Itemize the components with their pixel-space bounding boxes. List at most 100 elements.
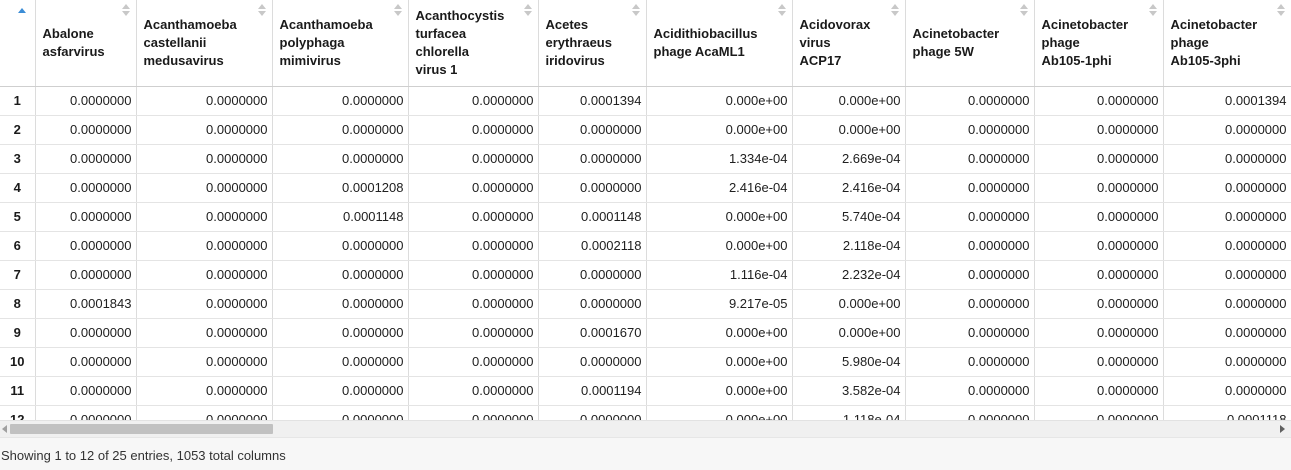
sort-icon[interactable] — [890, 4, 899, 17]
table-cell: 0.0000000 — [35, 347, 137, 377]
sort-icon[interactable] — [1019, 4, 1028, 17]
horizontal-scrollbar[interactable] — [0, 420, 1291, 437]
table-cell: 0.0000000 — [905, 347, 1035, 377]
table-cell: 0.0000000 — [538, 347, 647, 377]
column-header[interactable]: Acetes erythraeus iridovirus — [538, 0, 647, 87]
table-cell: 2.416e-04 — [792, 173, 906, 203]
column-header-label: Acidithiobacillus phage AcaML1 — [653, 25, 758, 59]
sort-icon[interactable] — [1148, 4, 1157, 17]
table-cell: 0.0000000 — [1163, 347, 1291, 377]
column-header[interactable]: Acidovorax virus ACP17 — [792, 0, 906, 87]
row-number: 12 — [0, 405, 36, 420]
grid-body: 1 0.0000000 0.0000000 0.0000000 0.0000000 0.0… — [0, 86, 1291, 420]
table-cell: 0.0000000 — [136, 115, 273, 145]
table-cell: 0.0000000 — [1163, 115, 1291, 145]
table-cell: 0.0001394 — [538, 86, 647, 116]
chevron-left-icon[interactable] — [2, 425, 7, 433]
table-cell: 0.0000000 — [1034, 376, 1164, 406]
table-cell: 0.0000000 — [136, 144, 273, 174]
table-cell: 0.0000000 — [1034, 347, 1164, 377]
rownum-header[interactable] — [0, 0, 36, 87]
column-header[interactable]: Acinetobacter phage Ab105-1phi — [1034, 0, 1164, 87]
table-cell: 0.0000000 — [1163, 231, 1291, 261]
column-header-label: Abalone asfarvirus — [42, 25, 105, 59]
table-cell: 0.0000000 — [408, 376, 539, 406]
table-cell: 0.0000000 — [272, 289, 409, 319]
scrollbar-thumb[interactable] — [10, 424, 273, 434]
table-cell: 0.0001208 — [272, 173, 409, 203]
sort-icon[interactable] — [121, 4, 130, 17]
column-header-label: Acinetobacter phage Ab105-1phi — [1041, 16, 1129, 68]
table-cell: 0.0000000 — [272, 231, 409, 261]
table-cell: 0.0000000 — [272, 86, 409, 116]
column-header[interactable]: Acinetobacter phage Ab105-3phi — [1163, 0, 1291, 87]
table-cell: 0.0000000 — [35, 405, 137, 420]
table-cell: 0.0000000 — [905, 318, 1035, 348]
table-cell: 0.0000000 — [905, 376, 1035, 406]
table-cell: 2.416e-04 — [646, 173, 793, 203]
row-number: 6 — [0, 231, 36, 261]
chevron-right-icon[interactable] — [1280, 425, 1285, 433]
table-row: 11 0.0000000 0.0000000 0.0000000 0.0000000 0.… — [0, 376, 1291, 406]
table-cell: 0.0001394 — [1163, 86, 1291, 116]
table-cell: 0.0000000 — [1163, 202, 1291, 232]
table-cell: 0.0000000 — [272, 115, 409, 145]
header-row: Abalone asfarvirus Acanthamoeba castellan… — [0, 0, 1291, 87]
table-cell: 0.0000000 — [1163, 289, 1291, 319]
table-cell: 0.000e+00 — [792, 115, 906, 145]
row-number: 4 — [0, 173, 36, 203]
table-cell: 9.217e-05 — [646, 289, 793, 319]
table-row: 4 0.0000000 0.0000000 0.0001208 0.0000000 0.0… — [0, 173, 1291, 203]
column-header-label: Acanthocystis turfacea chlorella virus 1 — [415, 7, 505, 77]
table-cell: 0.000e+00 — [792, 289, 906, 319]
sort-icon[interactable] — [631, 4, 640, 17]
table-cell: 0.0000000 — [272, 405, 409, 420]
table-cell: 0.0000000 — [272, 347, 409, 377]
column-header[interactable]: Acanthocystis turfacea chlorella virus 1 — [408, 0, 539, 87]
table-cell: 0.0000000 — [35, 231, 137, 261]
table-row: 9 0.0000000 0.0000000 0.0000000 0.0000000 0.0… — [0, 318, 1291, 348]
table-cell: 0.0000000 — [136, 202, 273, 232]
table-cell: 0.0000000 — [905, 173, 1035, 203]
table-cell: 0.0000000 — [408, 260, 539, 290]
table-cell: 0.0000000 — [1034, 231, 1164, 261]
table-cell: 1.116e-04 — [646, 260, 793, 290]
column-header[interactable]: Abalone asfarvirus — [35, 0, 137, 87]
table-cell: 0.0000000 — [1163, 376, 1291, 406]
table-cell: 0.0000000 — [408, 289, 539, 319]
table-cell: 0.0000000 — [272, 318, 409, 348]
table-cell: 0.0000000 — [1163, 144, 1291, 174]
table-cell: 0.000e+00 — [646, 115, 793, 145]
column-header[interactable]: Acanthamoeba castellanii medusavirus — [136, 0, 273, 87]
table-cell: 0.0000000 — [408, 405, 539, 420]
table-cell: 0.0000000 — [35, 144, 137, 174]
column-header[interactable]: Acanthamoeba polyphaga mimivirus — [272, 0, 409, 87]
grid-viewport: Abalone asfarvirus Acanthamoeba castellan… — [0, 0, 1291, 420]
table-cell: 0.0000000 — [1034, 173, 1164, 203]
sort-icon[interactable] — [257, 4, 266, 17]
column-header[interactable]: Acinetobacter phage 5W — [905, 0, 1035, 87]
table-cell: 0.0000000 — [408, 347, 539, 377]
table-cell: 0.0000000 — [1034, 115, 1164, 145]
sort-icon[interactable] — [393, 4, 402, 17]
table-cell: 0.000e+00 — [646, 376, 793, 406]
row-number: 1 — [0, 86, 36, 116]
sort-icon[interactable] — [1276, 4, 1285, 17]
table-cell: 0.0000000 — [1034, 86, 1164, 116]
sort-icon[interactable] — [523, 4, 532, 17]
row-number: 11 — [0, 376, 36, 406]
table-cell: 2.232e-04 — [792, 260, 906, 290]
table-cell: 0.0000000 — [35, 115, 137, 145]
table-cell: 0.0000000 — [905, 231, 1035, 261]
table-cell: 0.0000000 — [1034, 405, 1164, 420]
table-cell: 0.0000000 — [538, 289, 647, 319]
table-cell: 0.0000000 — [905, 144, 1035, 174]
row-number: 9 — [0, 318, 36, 348]
table-cell: 0.0000000 — [1034, 202, 1164, 232]
column-header-label: Acidovorax virus ACP17 — [799, 16, 871, 68]
table-cell: 0.0001148 — [538, 202, 647, 232]
sort-icon[interactable] — [777, 4, 786, 17]
data-grid: Abalone asfarvirus Acanthamoeba castellan… — [0, 0, 1291, 420]
table-cell: 0.0000000 — [538, 260, 647, 290]
column-header[interactable]: Acidithiobacillus phage AcaML1 — [646, 0, 793, 87]
